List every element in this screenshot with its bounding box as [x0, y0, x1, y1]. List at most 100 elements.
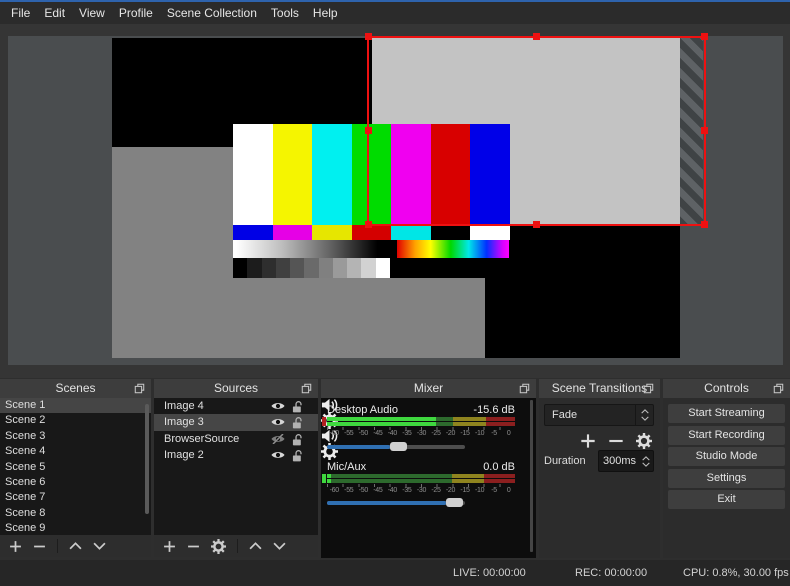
mixer-scrollbar[interactable]	[530, 400, 533, 552]
gray-step	[247, 258, 262, 278]
volume-slider[interactable]	[327, 442, 465, 452]
toolbar-separator	[237, 539, 238, 553]
db-tick-label: -45	[373, 487, 383, 494]
db-tick-label: -45	[373, 430, 383, 437]
source-row[interactable]: Image 4	[154, 398, 318, 414]
move-source-up-button[interactable]	[249, 542, 262, 550]
controls-panel-header: Controls	[663, 379, 790, 398]
scene-row[interactable]: Scene 5	[0, 460, 151, 475]
volume-slider-handle[interactable]	[390, 442, 407, 451]
gray-step	[347, 258, 362, 278]
remove-source-button[interactable]	[187, 540, 200, 553]
sources-panel-title: Sources	[213, 381, 259, 395]
source-row[interactable]: BrowserSource	[154, 431, 318, 447]
menu-item[interactable]: Profile	[112, 2, 160, 24]
scene-row[interactable]: Scene 9	[0, 521, 151, 535]
db-tick-label: -40	[387, 430, 398, 437]
preview-canvas[interactable]	[8, 33, 783, 365]
scene-row[interactable]: Scene 8	[0, 506, 151, 521]
menu-item[interactable]: Scene Collection	[160, 2, 264, 24]
control-button[interactable]: Start Streaming	[668, 404, 785, 423]
color-bar	[272, 225, 313, 240]
db-tick-label: -20	[445, 430, 456, 437]
selection-handle[interactable]	[365, 127, 372, 134]
transitions-panel-title: Scene Transitions	[551, 381, 648, 395]
menu-item[interactable]: Tools	[264, 2, 306, 24]
menu-item[interactable]: Edit	[37, 2, 72, 24]
source-row[interactable]: Image 2	[154, 447, 318, 463]
control-button[interactable]: Start Recording	[668, 425, 785, 445]
scene-row[interactable]: Scene 4	[0, 444, 151, 459]
live-timer: LIVE: 00:00:00	[453, 567, 526, 579]
control-button[interactable]: Studio Mode	[668, 447, 785, 466]
selection-handle[interactable]	[701, 221, 708, 228]
visibility-eye-icon[interactable]	[271, 401, 285, 411]
remove-transition-button[interactable]	[608, 433, 624, 449]
control-button[interactable]: Settings	[668, 468, 785, 488]
volume-meter	[327, 474, 515, 483]
volume-slider-handle[interactable]	[446, 498, 463, 507]
selection-handle[interactable]	[701, 127, 708, 134]
add-scene-button[interactable]	[9, 540, 22, 553]
scene-row[interactable]: Scene 7	[0, 490, 151, 505]
db-tick-label: -30	[416, 430, 427, 437]
add-transition-button[interactable]	[580, 433, 596, 449]
db-tick-label: -50	[358, 430, 369, 437]
db-tick-label: -25	[431, 487, 441, 494]
scene-transitions-panel: Scene Transitions Fade Duration 300ms	[539, 379, 660, 558]
control-button[interactable]: Exit	[668, 490, 785, 509]
lock-icon[interactable]	[292, 450, 303, 462]
source-properties-gear-icon[interactable]	[211, 539, 226, 554]
duration-spinbox[interactable]: 300ms	[598, 450, 654, 472]
mixer-panel-title: Mixer	[413, 381, 444, 395]
move-scene-down-button[interactable]	[93, 542, 106, 550]
controls-buttons: Start Streaming Start Recording Studio Mod…	[663, 398, 790, 558]
add-source-button[interactable]	[163, 540, 176, 553]
scene-row[interactable]: Scene 1	[0, 398, 151, 414]
chevron-up-icon	[642, 455, 650, 461]
scene-row[interactable]: Scene 2	[0, 413, 151, 428]
selection-handle[interactable]	[365, 221, 372, 228]
selection-box[interactable]	[367, 36, 706, 226]
visibility-eye-icon[interactable]	[271, 450, 285, 460]
move-scene-up-button[interactable]	[69, 542, 82, 550]
transition-select[interactable]: Fade	[544, 404, 654, 426]
selection-handle[interactable]	[533, 221, 540, 228]
selection-handle[interactable]	[533, 33, 540, 40]
gray-step	[318, 258, 333, 278]
scene-row[interactable]: Scene 3	[0, 429, 151, 444]
visibility-eye-slash-icon[interactable]	[271, 434, 285, 444]
menu-item[interactable]: Help	[306, 2, 345, 24]
popout-icon	[301, 383, 312, 394]
source-row[interactable]: Image 3	[154, 414, 318, 431]
controls-panel: Controls Start Streaming Start Recording S…	[663, 379, 790, 558]
transition-properties-gear-icon[interactable]	[636, 433, 652, 449]
selection-handle[interactable]	[701, 33, 708, 40]
volume-meter	[327, 417, 515, 426]
duration-spin-buttons[interactable]	[640, 452, 652, 470]
lock-icon[interactable]	[292, 417, 303, 429]
selection-handle[interactable]	[365, 33, 372, 40]
visibility-eye-icon[interactable]	[271, 417, 285, 427]
db-tick-label: -35	[402, 487, 412, 494]
lock-icon[interactable]	[292, 434, 303, 446]
remove-scene-button[interactable]	[33, 540, 46, 553]
combo-spinner[interactable]	[635, 405, 653, 425]
source-name: BrowserSource	[164, 432, 240, 445]
chevron-down-icon	[642, 461, 650, 467]
channel-name: Mic/Aux	[327, 461, 367, 473]
db-tick-label: -60	[329, 430, 340, 437]
menu-item[interactable]: View	[72, 2, 112, 24]
lock-icon[interactable]	[292, 401, 303, 413]
mixer-panel-header: Mixer	[321, 379, 536, 398]
scene-row[interactable]: Scene 6	[0, 475, 151, 490]
volume-slider[interactable]	[327, 498, 465, 508]
gray-step	[233, 258, 248, 278]
toolbar-separator	[57, 539, 58, 553]
scene-list: Scene 1 Scene 2 Scene 3 Scene 4 Scene 5 Scene…	[0, 398, 151, 535]
move-source-down-button[interactable]	[273, 542, 286, 550]
menu-item[interactable]: File	[4, 2, 37, 24]
scene-list-scrollbar[interactable]	[145, 404, 149, 514]
preview-area	[0, 24, 790, 378]
color-bar	[470, 225, 511, 240]
